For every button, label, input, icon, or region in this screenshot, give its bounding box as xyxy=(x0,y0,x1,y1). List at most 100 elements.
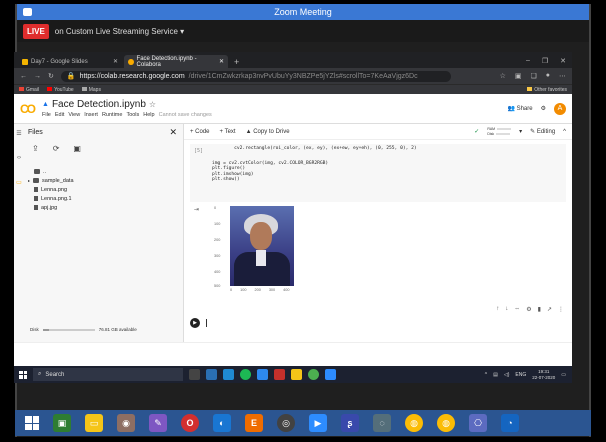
language-indicator[interactable]: ENG xyxy=(515,372,526,378)
live-streaming-dropdown[interactable]: on Custom Live Streaming Service ▾ xyxy=(55,27,184,36)
expand-icon[interactable]: ↗ xyxy=(547,306,552,313)
file-explorer-icon[interactable]: ▭ xyxy=(85,414,103,432)
star-icon[interactable]: ☆ xyxy=(149,100,156,109)
zoom-icon[interactable]: ▶ xyxy=(309,414,327,432)
close-window-icon[interactable]: ✕ xyxy=(560,57,566,65)
refresh-icon[interactable]: ⟳ xyxy=(53,144,60,153)
close-panel-icon[interactable]: ✕ xyxy=(169,127,177,138)
code-snippets-icon[interactable]: ‹› xyxy=(17,155,21,161)
empty-code-cell[interactable]: ▶ xyxy=(190,316,570,330)
app-icon[interactable]: ʂ xyxy=(341,414,359,432)
run-cell-button[interactable]: ▶ xyxy=(190,318,200,328)
app-icon[interactable]: ✎ xyxy=(149,414,167,432)
address-bar[interactable]: 🔒 https://colab.research.google.com/driv… xyxy=(60,70,451,82)
back-icon[interactable]: ← xyxy=(20,73,27,80)
windows-start-icon[interactable] xyxy=(19,370,27,379)
taskbar-search[interactable]: ⌕ Search xyxy=(33,368,183,381)
editing-toggle[interactable]: ✎ Editing xyxy=(530,128,555,135)
upload-icon[interactable]: ⇪ xyxy=(32,144,39,153)
forward-icon[interactable]: → xyxy=(34,73,41,80)
zoom-icon[interactable] xyxy=(325,369,336,380)
bookmarks-bar: Gmail YouTube Maps Other favorites xyxy=(14,84,572,94)
menu-view[interactable]: View xyxy=(68,112,80,118)
menu-insert[interactable]: Insert xyxy=(84,112,98,118)
tree-item[interactable]: ▸ sample_data xyxy=(28,176,183,185)
tab-colab[interactable]: Face Detection.ipynb - Colabora ✕ xyxy=(124,55,228,68)
opera-icon[interactable]: O xyxy=(181,414,199,432)
other-favorites[interactable]: Other favorites xyxy=(527,87,572,93)
chrome-icon[interactable] xyxy=(308,369,319,380)
app-icon[interactable]: ◐ xyxy=(213,414,231,432)
gear-icon[interactable]: ⚙ xyxy=(526,306,531,313)
chevron-right-icon[interactable]: ▸ xyxy=(28,178,30,183)
add-code-button[interactable]: + Code xyxy=(190,129,210,135)
tab-slides[interactable]: Day7 - Google Slides ✕ xyxy=(18,55,122,68)
app-icon[interactable]: ◎ xyxy=(277,414,295,432)
chevron-down-icon[interactable]: ▾ xyxy=(519,128,522,135)
app-icon[interactable]: E xyxy=(245,414,263,432)
copy-to-drive-button[interactable]: ▲ Copy to Drive xyxy=(246,129,290,135)
more-icon[interactable]: ⋯ xyxy=(559,72,566,80)
app-icon[interactable] xyxy=(274,369,285,380)
resource-monitor[interactable]: RAM Disk xyxy=(487,127,512,136)
menu-edit[interactable]: Edit xyxy=(55,112,64,118)
app-icon[interactable]: ◔ xyxy=(501,414,519,432)
profile-icon[interactable]: ● xyxy=(546,72,550,80)
delete-icon[interactable]: ▮ xyxy=(538,306,541,313)
settings-gear-icon[interactable]: ⚙ xyxy=(541,105,546,112)
colab-logo[interactable]: CO xyxy=(20,102,42,116)
favorite-star-icon[interactable]: ☆ xyxy=(500,72,506,80)
add-text-button[interactable]: + Text xyxy=(220,129,236,135)
notebook-title[interactable]: Face Detection.ipynb xyxy=(52,99,146,110)
output-icon[interactable]: ⇥ xyxy=(194,206,199,213)
more-icon[interactable]: ⋮ xyxy=(558,306,564,313)
tree-item[interactable]: apj.jpg xyxy=(28,203,183,212)
collections-icon[interactable]: ❏ xyxy=(530,72,536,80)
task-view-icon[interactable] xyxy=(189,369,200,380)
chrome-icon[interactable]: ◍ xyxy=(437,414,455,432)
volume-icon[interactable]: ◁) xyxy=(504,372,510,378)
new-tab-button[interactable]: + xyxy=(234,57,239,68)
toc-icon[interactable]: ☰ xyxy=(16,130,21,137)
app-icon[interactable] xyxy=(257,369,268,380)
app-icon[interactable]: ▣ xyxy=(53,414,71,432)
app-icon[interactable]: ◉ xyxy=(117,414,135,432)
bookmark-gmail[interactable]: Gmail xyxy=(19,87,39,93)
network-icon[interactable]: ▤ xyxy=(493,372,498,378)
close-icon[interactable]: ✕ xyxy=(113,58,118,65)
share-button[interactable]: 👥 Share xyxy=(507,105,532,112)
bookmark-youtube[interactable]: YouTube xyxy=(47,87,74,93)
edge-icon[interactable] xyxy=(223,369,234,380)
tree-item[interactable]: Lenna.png xyxy=(28,185,183,194)
bookmark-maps[interactable]: Maps xyxy=(81,87,101,93)
app-icon[interactable] xyxy=(240,369,251,380)
move-down-icon[interactable]: ↓ xyxy=(505,306,508,313)
avatar[interactable]: A xyxy=(554,102,566,115)
app-icon[interactable] xyxy=(291,369,302,380)
chevron-up-icon[interactable]: ^ xyxy=(563,129,566,135)
reload-icon[interactable]: ↻ xyxy=(48,72,54,80)
extension-icon[interactable]: ▣ xyxy=(515,72,522,80)
windows-start-icon[interactable] xyxy=(25,416,39,430)
menu-tools[interactable]: Tools xyxy=(126,112,139,118)
menu-runtime[interactable]: Runtime xyxy=(102,112,122,118)
tree-item[interactable]: Lenna.png.1 xyxy=(28,194,183,203)
minimize-icon[interactable]: – xyxy=(526,57,530,65)
menu-file[interactable]: File xyxy=(42,112,51,118)
files-folder-icon[interactable]: ▭ xyxy=(16,179,22,186)
code-cell[interactable]: [5] cv2.rectangle(roi_color, (ex, ey), (… xyxy=(190,144,566,202)
maximize-icon[interactable]: ❐ xyxy=(542,57,548,65)
app-icon[interactable]: ⎔ xyxy=(469,414,487,432)
link-icon[interactable]: ⇔ xyxy=(514,306,520,313)
notifications-icon[interactable]: ▭ xyxy=(561,372,566,378)
taskbar-clock[interactable]: 19:31 22-07-2020 xyxy=(532,369,555,381)
close-icon[interactable]: ✕ xyxy=(219,58,224,65)
tree-item[interactable]: .. xyxy=(28,167,183,176)
chevron-up-icon[interactable]: ^ xyxy=(485,372,487,378)
move-up-icon[interactable]: ↑ xyxy=(496,306,499,313)
mount-drive-icon[interactable]: ▣ xyxy=(73,144,81,153)
menu-help[interactable]: Help xyxy=(143,112,154,118)
app-icon[interactable]: ◌ xyxy=(373,414,391,432)
chrome-icon[interactable]: ◍ xyxy=(405,414,423,432)
file-explorer-icon[interactable] xyxy=(206,369,217,380)
